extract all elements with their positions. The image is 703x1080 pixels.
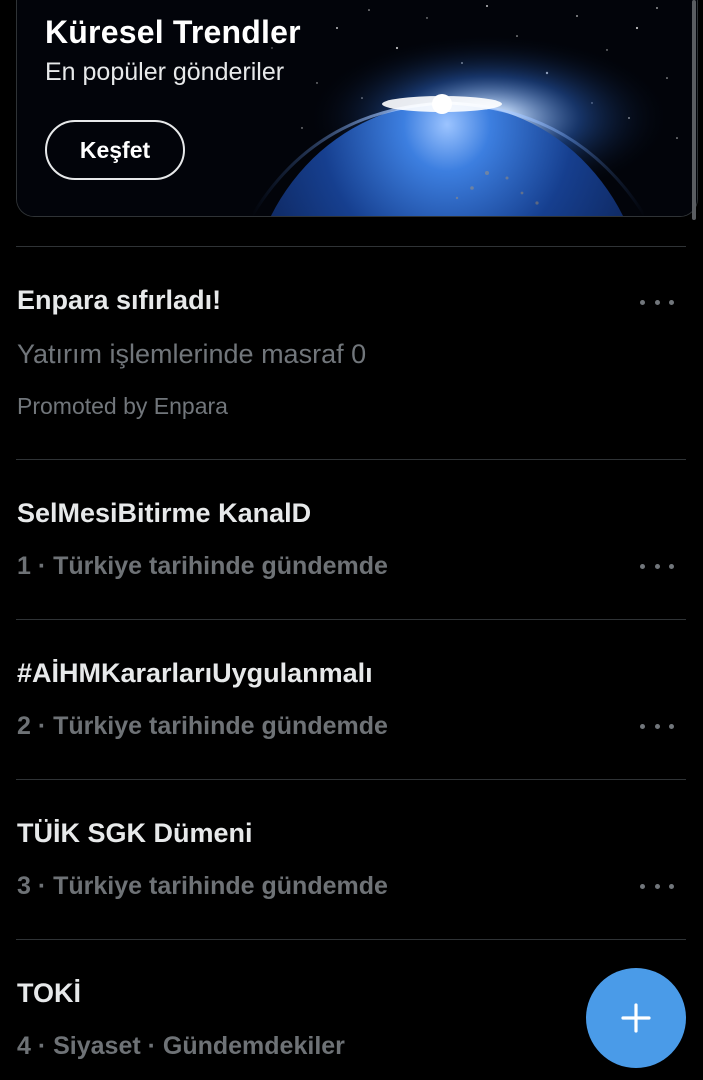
trend-title: SelMesiBitirme KanalD	[17, 498, 312, 528]
more-options-icon[interactable]	[640, 556, 674, 576]
explore-screen: Küresel Trendler En popüler gönderiler K…	[0, 0, 703, 1080]
trend-meta: 2 · Türkiye tarihinde gündemde	[17, 712, 388, 740]
trend-item[interactable]: #AİHMKararlarıUygulanmalı 2 · Türkiye ta…	[0, 620, 703, 779]
plus-icon	[621, 1003, 651, 1033]
trend-title: TOKİ	[17, 978, 82, 1008]
scrollbar[interactable]	[692, 0, 696, 220]
trend-meta: 4 · Siyaset · Gündemdekiler	[17, 1032, 345, 1060]
more-options-icon[interactable]	[640, 716, 674, 736]
banner-subtitle: En popüler gönderiler	[45, 58, 285, 86]
trend-meta: 1 · Türkiye tarihinde gündemde	[17, 552, 388, 580]
promoted-description: Yatırım işlemlerinde masraf 0	[17, 339, 367, 369]
trend-title: #AİHMKararlarıUygulanmalı	[17, 658, 373, 688]
promoted-trend-item[interactable]: Enpara sıfırladı! Yatırım işlemlerinde m…	[0, 247, 703, 459]
trend-meta: 3 · Türkiye tarihinde gündemde	[17, 872, 388, 900]
banner-title: Küresel Trendler	[45, 14, 301, 50]
more-options-icon[interactable]	[640, 292, 674, 312]
more-options-icon[interactable]	[640, 876, 674, 896]
compose-button[interactable]	[586, 968, 686, 1068]
promoted-title: Enpara sıfırladı!	[17, 285, 222, 315]
trend-title: TÜİK SGK Dümeni	[17, 818, 253, 848]
global-trends-banner[interactable]: Küresel Trendler En popüler gönderiler K…	[16, 0, 698, 217]
trend-item[interactable]: SelMesiBitirme KanalD 1 · Türkiye tarihi…	[0, 460, 703, 619]
explore-button[interactable]: Keşfet	[45, 120, 185, 180]
promoted-by-label: Promoted by Enpara	[17, 393, 228, 419]
trend-item[interactable]: TÜİK SGK Dümeni 3 · Türkiye tarihinde gü…	[0, 780, 703, 939]
